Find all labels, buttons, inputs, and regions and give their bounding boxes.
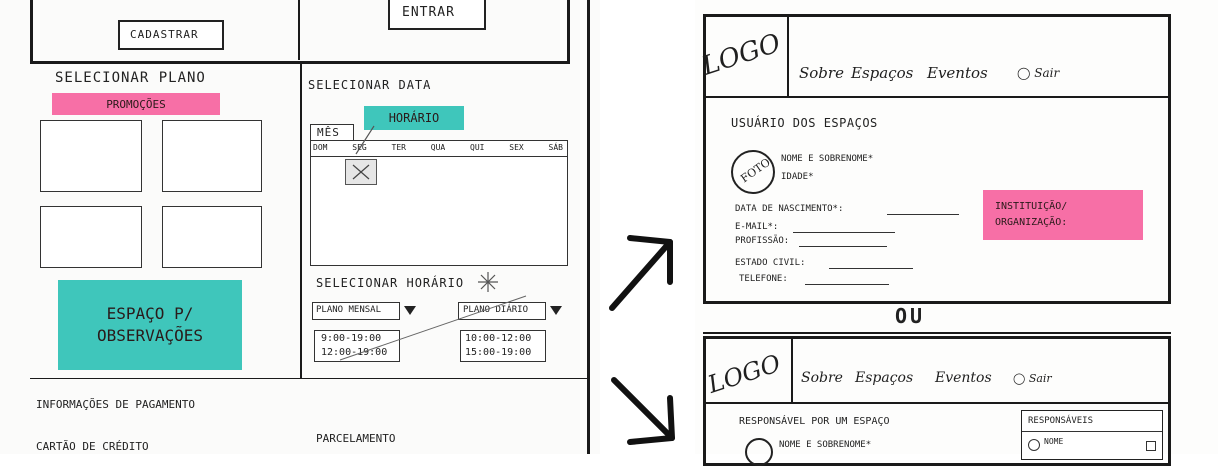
promotions-note: PROMOÇÕES (52, 93, 220, 115)
screen-b-header-line (703, 402, 1171, 404)
annotation-stroke (339, 295, 527, 361)
marital-status-field[interactable] (829, 268, 913, 269)
calendar-grid[interactable]: DOM SEG TER QUA QUI SEX SÁB (310, 140, 568, 266)
photo-avatar[interactable]: FOTO (731, 150, 775, 194)
arrow-up-right-icon (609, 235, 673, 311)
month-tab-label: MÊS (317, 126, 340, 139)
plan-card-4[interactable] (162, 206, 262, 268)
weekday-qui: QUI (470, 143, 485, 152)
name-label: NOME E SOBRENOME* (781, 154, 874, 164)
hour-pointer-line (355, 125, 375, 155)
responsibles-title: RESPONSÁVEIS (1028, 416, 1094, 426)
weekday-dom: DOM (313, 143, 328, 152)
arrow-down-right-icon (611, 377, 675, 445)
weekday-qua: QUA (430, 143, 446, 152)
screen-a-header-line (703, 96, 1171, 98)
top-login-panel (30, 0, 570, 64)
screen-a-nav-about[interactable]: Sobre (799, 64, 844, 82)
date-title: SELECIONAR DATA (308, 78, 432, 92)
weekday-ter: TER (391, 143, 406, 152)
credit-card-label: CARTÃO DE CRÉDITO (36, 440, 149, 453)
age-label: IDADE* (781, 172, 814, 182)
middle-divider (300, 64, 302, 378)
responsibles-divider (1022, 431, 1162, 432)
profession-field[interactable] (799, 246, 887, 247)
plan-card-1[interactable] (40, 120, 142, 192)
logout-icon: ◯ (1017, 66, 1031, 80)
promotions-label: PROMOÇÕES (106, 97, 166, 111)
birthdate-field[interactable] (887, 214, 959, 215)
plan-title: SELECIONAR PLANO (55, 70, 206, 86)
plan-card-3[interactable] (40, 206, 142, 268)
email-field[interactable] (793, 232, 895, 233)
weekday-row: DOM SEG TER QUA QUI SEX SÁB (313, 143, 563, 152)
selected-day-x-icon (352, 164, 370, 180)
profession-label: PROFISSÃO: (735, 236, 790, 246)
screen-a-logout-button[interactable]: ◯ Sair (1017, 66, 1059, 80)
weekday-divider (311, 156, 567, 157)
responsible-radio-icon[interactable] (1028, 439, 1040, 451)
screen-b-logo-divider (791, 336, 793, 404)
email-label: E-MAIL*: (735, 222, 779, 232)
responsible-item-name[interactable]: NOME (1044, 437, 1063, 446)
or-divider-line (703, 332, 1171, 334)
payment-title: INFORMAÇÕES DE PAGAMENTO (36, 398, 195, 411)
login-button[interactable]: ENTRAR (388, 0, 486, 30)
weekday-sex: SEX (509, 143, 524, 152)
login-label: ENTRAR (402, 5, 455, 20)
register-label: CADASTRAR (130, 28, 199, 41)
birthdate-label: DATA DE NASCIMENTO*: (735, 204, 844, 214)
institution-note[interactable]: INSTITUIÇÃO/ ORGANIZAÇÃO: (983, 190, 1143, 240)
screen-b-nav-events[interactable]: Eventos (935, 370, 992, 386)
left-paper-sketch: CADASTRAR ENTRAR SELECIONAR PLANO PROMOÇ… (0, 0, 600, 454)
right-paper-sketch: LOGO Sobre Espaços Eventos ◯ Sair USUÁRI… (695, 0, 1218, 466)
screen-b-logout-label: Sair (1028, 372, 1052, 385)
responsibles-panel: RESPONSÁVEIS NOME (1021, 410, 1163, 460)
phone-field[interactable] (805, 284, 889, 285)
logout-icon: ◯ (1013, 372, 1026, 385)
marital-status-label: ESTADO CIVIL: (735, 258, 806, 268)
sheet-edge (587, 0, 590, 454)
institution-line-2: ORGANIZAÇÃO: (995, 217, 1068, 228)
screen-b-logout-button[interactable]: ◯ Sair (1013, 372, 1052, 385)
selected-day-cell[interactable] (345, 159, 377, 185)
hour-note-label: HORÁRIO (388, 111, 440, 125)
plan-card-2[interactable] (162, 120, 262, 192)
asterisk-icon (478, 272, 498, 292)
screen-a-nav-spaces[interactable]: Espaços (851, 64, 913, 82)
installments-label: PARCELAMENTO (316, 432, 396, 445)
observations-line-1: ESPAÇO P/ (106, 304, 194, 323)
weekday-sab: SÁB (548, 143, 563, 152)
institution-line-1: INSTITUIÇÃO/ (995, 201, 1068, 212)
owner-photo-avatar[interactable] (745, 438, 773, 466)
screen-a-logo-divider (787, 14, 789, 98)
user-section-title: USUÁRIO DOS ESPAÇOS (731, 116, 878, 130)
time-title: SELECIONAR HORÁRIO (316, 276, 465, 290)
or-label: OU (895, 304, 926, 328)
observations-line-2: OBSERVAÇÕES (97, 326, 203, 345)
observations-note: ESPAÇO P/ OBSERVAÇÕES (58, 280, 242, 370)
screen-a-nav-events[interactable]: Eventos (927, 64, 988, 82)
daily-chevron-down-icon[interactable] (550, 306, 562, 315)
top-divider (298, 0, 300, 60)
photo-label: FOTO (738, 155, 773, 186)
owner-name-label: NOME E SOBRENOME* (779, 440, 872, 450)
screen-b-nav-spaces[interactable]: Espaços (855, 370, 913, 386)
screen-b-nav-about[interactable]: Sobre (801, 370, 843, 386)
register-button[interactable]: CADASTRAR (118, 20, 224, 50)
responsible-checkbox[interactable] (1146, 441, 1156, 451)
screen-a-logout-label: Sair (1034, 66, 1060, 80)
payment-separator (30, 378, 587, 379)
owner-section-title: RESPONSÁVEL POR UM ESPAÇO (739, 416, 890, 427)
phone-label: TELEFONE: (739, 274, 788, 284)
